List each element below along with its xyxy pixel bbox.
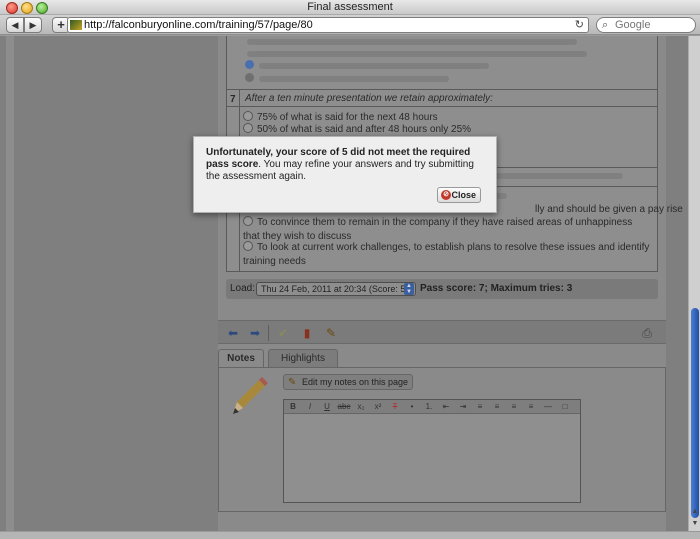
superscript-button[interactable]: x² [371,401,385,413]
score-result-dialog: Unfortunately, your score of 5 did not m… [193,136,497,213]
close-window-icon[interactable] [6,2,18,14]
notes-editor[interactable]: B I U abc x₂ x² T • 1. ⇤ ⇥ ≡ ≡ ≡ ≡ — □ [283,399,581,503]
clear-format-button[interactable]: T [388,401,402,413]
status-bar [0,531,700,539]
previous-page-icon[interactable]: ⬅ [224,325,242,341]
align-right-button[interactable]: ≡ [507,401,521,413]
scrollbar-thumb[interactable] [691,308,699,518]
answer-label: To convince them to remain in the compan… [243,217,633,242]
radio-button[interactable] [243,111,253,121]
row-divider [227,106,657,107]
notes-text-area[interactable] [284,415,580,502]
answer-label: lly and should be given a pay rise [535,204,683,215]
notes-tabs: Notes Highlights [218,349,666,367]
answer-label: 75% of what is said for the next 48 hour… [257,112,438,123]
question-number: 7 [230,94,236,105]
radio-selected[interactable] [245,60,254,69]
radio-button[interactable] [243,216,253,226]
table-bottom-border [227,271,657,272]
answer-option[interactable]: 50% of what is said and after 48 hours o… [243,123,471,137]
vertical-scrollbar[interactable]: ▲ ▼ [688,36,700,531]
underline-button[interactable]: U [320,401,334,413]
answer-option-fragment[interactable]: lly and should be given a pay rise [535,203,683,217]
title-bar: Final assessment [0,0,700,15]
load-attempt-bar: Load: Thu 24 Feb, 2011 at 20:34 (Score: … [226,279,658,299]
radio-button[interactable] [243,123,253,133]
tab-highlights[interactable]: Highlights [268,349,338,367]
bookmark-icon[interactable]: ▮ [298,325,316,341]
attempt-select[interactable]: Thu 24 Feb, 2011 at 20:34 (Score: 5) [256,282,416,296]
editor-toolbar: B I U abc x₂ x² T • 1. ⇤ ⇥ ≡ ≡ ≡ ≡ — □ [284,400,580,414]
site-favicon [70,20,82,30]
url-text[interactable]: http://falconburyonline.com/training/57/… [84,19,313,31]
answer-option[interactable]: To look at current work challenges, to e… [243,241,651,269]
dialog-message: Unfortunately, your score of 5 did not m… [206,147,490,183]
back-arrow-icon: ◀ [11,20,19,30]
print-icon[interactable]: ⎙ [638,325,656,341]
zoom-window-icon[interactable] [36,2,48,14]
minimize-window-icon[interactable] [21,2,33,14]
scroll-down-icon[interactable]: ▼ [690,520,700,530]
blurred-text [259,76,449,82]
notes-panel: ✎ Edit my notes on this page B I U abc x… [218,367,666,512]
insert-box-button[interactable]: □ [558,401,572,413]
answer-option[interactable]: To convince them to remain in the compan… [243,216,651,244]
answer-label: 50% of what is said and after 48 hours o… [257,124,472,135]
highlighter-icon[interactable]: ✎ [322,325,340,341]
search-input[interactable] [615,19,691,31]
indent-button[interactable]: ⇥ [456,401,470,413]
edit-pencil-icon: ✎ [288,377,297,388]
tab-notes[interactable]: Notes [218,349,264,367]
row-divider [227,89,657,90]
outdent-button[interactable]: ⇤ [439,401,453,413]
browser-toolbar: ◀ ▶ + http://falconburyonline.com/traini… [0,15,700,35]
scroll-up-icon[interactable]: ▲ [690,508,700,518]
page-tools-row: ⬅ ➡ ✔ ▮ ✎ ⎙ [218,320,666,344]
align-left-button[interactable]: ≡ [473,401,487,413]
reload-icon[interactable]: ↻ [575,18,584,31]
search-icon: ⌕ [602,19,609,31]
close-button-label: Close [451,190,476,200]
select-arrows-icon[interactable]: ▲ ▼ [404,283,414,295]
blurred-text [247,51,587,57]
bold-button[interactable]: B [286,401,300,413]
pass-score-info: Pass score: 7; Maximum tries: 3 [420,283,573,294]
toolbar-separator [268,325,269,341]
forward-arrow-icon: ▶ [29,20,37,30]
search-bar[interactable]: ⌕ [596,17,696,33]
load-label: Load: [230,283,256,294]
radio-option[interactable] [245,73,254,82]
numbered-list-button[interactable]: 1. [422,401,436,413]
bullet-list-button[interactable]: • [405,401,419,413]
close-icon: ⊘ [441,190,451,200]
next-page-icon[interactable]: ➡ [246,325,264,341]
horizontal-rule-button[interactable]: — [541,401,555,413]
justify-button[interactable]: ≡ [524,401,538,413]
address-bar[interactable]: http://falconburyonline.com/training/57/… [67,17,589,33]
checkmark-icon[interactable]: ✔ [274,325,292,341]
blurred-text [259,63,489,69]
answer-label: To look at current work challenges, to e… [243,242,650,267]
align-center-button[interactable]: ≡ [490,401,504,413]
back-button[interactable]: ◀ [6,17,24,33]
subscript-button[interactable]: x₂ [354,401,368,413]
page-left-margin [6,36,14,531]
close-button[interactable]: ⊘ Close [437,187,481,203]
window-title: Final assessment [307,1,393,13]
pencil-icon [233,377,268,414]
italic-button[interactable]: I [303,401,317,413]
page-content: 7 After a ten minute presentation we ret… [0,36,688,531]
strikethrough-button[interactable]: abc [337,401,351,413]
question-text: After a ten minute presentation we retai… [245,93,493,104]
forward-button[interactable]: ▶ [24,17,42,33]
edit-notes-button[interactable]: ✎ Edit my notes on this page [283,374,414,390]
edit-notes-label: Edit my notes on this page [302,377,409,387]
blurred-text [247,39,577,45]
radio-button[interactable] [243,241,253,251]
